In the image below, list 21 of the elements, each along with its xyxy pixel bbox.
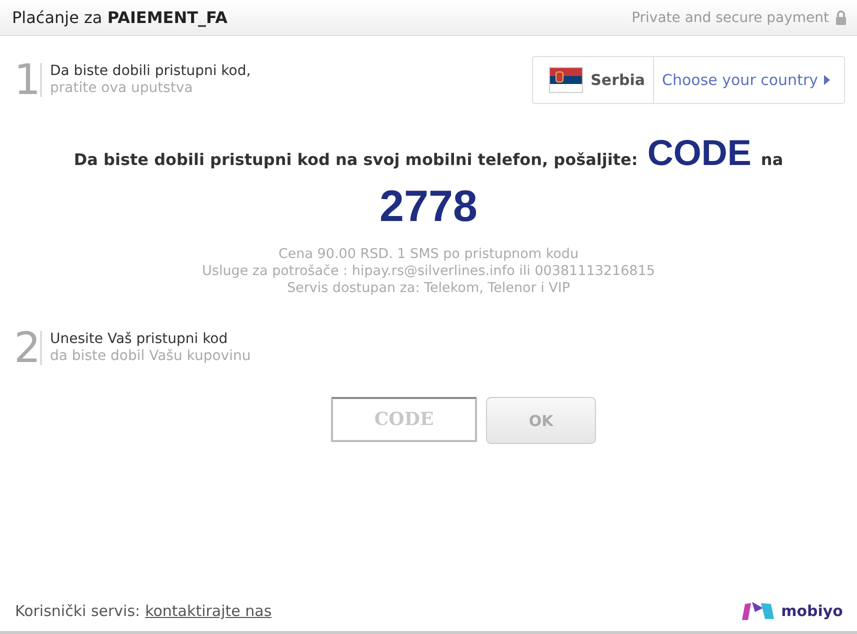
detail-line: Servis dostupan za: Telekom, Telenor i VIP [286,280,572,297]
contact-link[interactable]: kontaktirajte nas [145,602,272,620]
brand-name: mobiyo [781,602,843,620]
window-title: Plaćanje za PAIEMENT_FA [12,8,228,27]
step-subtitle: pratite ova uputstva [50,80,194,97]
flag-icon [548,67,583,93]
secure-note: Private and secure payment [632,10,829,26]
caret-icon [824,75,830,85]
short-number: 2778 [378,182,478,232]
step-number: 1 [14,59,40,101]
step-title: Da biste dobili pristupni kod, [50,63,251,80]
step-title: Unesite Vaš pristupni kod [50,331,229,348]
step-subtitle: da biste dobil Vašu kupovinu [50,348,251,365]
country-name: Serbia [590,71,645,89]
step-number: 2 [14,327,40,369]
detail-line: Cena 90.00 RSD. 1 SMS po pristupnom kodu [277,246,580,263]
detail-line: Usluge za potrošače : hipay.rs@silverlines.info ili 00381113216815 [201,263,656,280]
lock-icon [835,10,847,25]
support-label: Korisnički servis: [15,602,140,620]
choose-country-link[interactable]: Choose your country [654,57,844,103]
instruction-text: Da biste dobili pristupni kod na svoj mobilni telefon, pošaljite: CODE na [72,132,784,174]
